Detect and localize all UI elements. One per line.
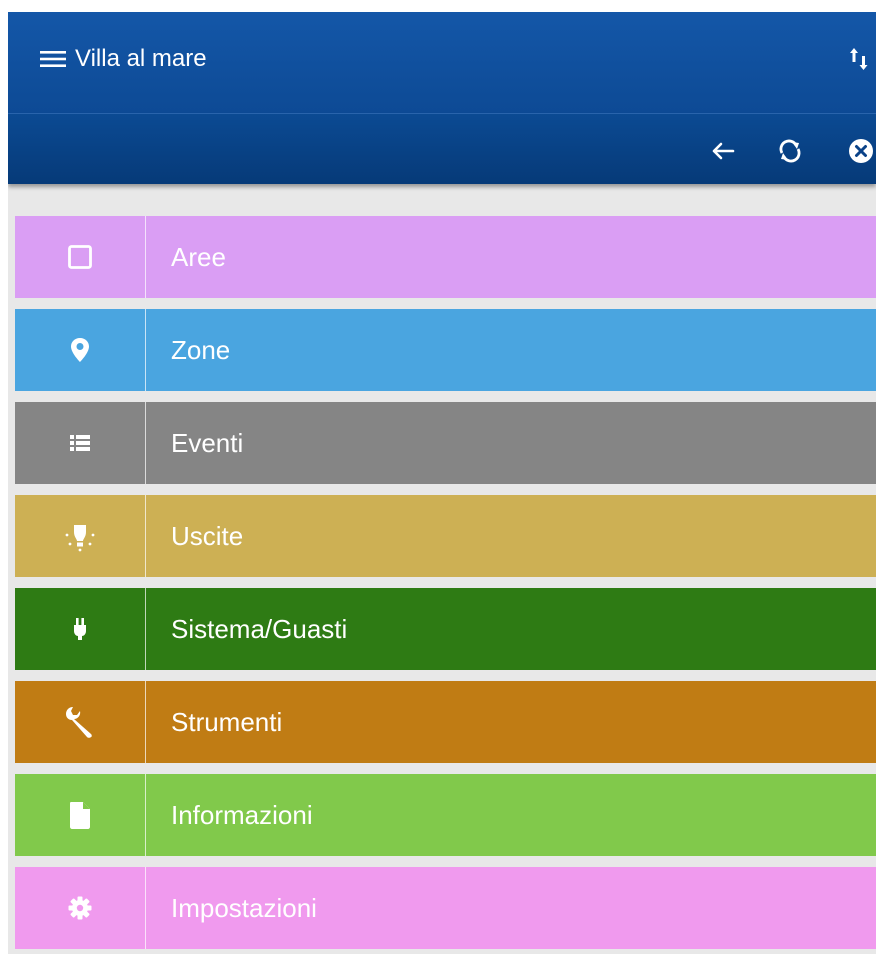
menu-item-informazioni[interactable]: Informazioni — [15, 774, 876, 856]
menu-item-uscite[interactable]: Uscite — [15, 495, 876, 577]
hamburger-menu-icon[interactable] — [38, 48, 68, 70]
menu-item-label: Aree — [171, 242, 226, 272]
app-window: Villa al mare Aree Zone Eventi Uscite Si… — [8, 12, 876, 954]
menu-item-zone[interactable]: Zone — [15, 309, 876, 391]
menu-item-label: Sistema/Guasti — [171, 614, 348, 644]
menu-item-aree[interactable]: Aree — [15, 216, 876, 298]
page-title: Villa al mare — [75, 45, 207, 72]
menu-button[interactable]: Villa al mare — [38, 44, 207, 74]
arrow-left-icon[interactable] — [708, 136, 738, 166]
map-marker-icon — [66, 336, 94, 364]
menu-item-strumenti[interactable]: Strumenti — [15, 681, 876, 763]
refresh-icon[interactable] — [775, 136, 805, 166]
menu-item-label: Strumenti — [171, 707, 283, 737]
menu-item-sistema-guasti[interactable]: Sistema/Guasti — [15, 588, 876, 670]
action-toolbar — [8, 114, 876, 184]
sort-button[interactable] — [846, 42, 876, 76]
menu-item-label: Uscite — [171, 521, 244, 551]
lightbulb-icon — [63, 519, 97, 553]
sort-arrows-icon[interactable] — [846, 48, 876, 80]
back-button[interactable] — [708, 136, 738, 166]
menu-item-label: Informazioni — [171, 800, 313, 830]
top-bar: Villa al mare — [8, 12, 876, 114]
gear-icon — [66, 894, 94, 922]
menu-item-impostazioni[interactable]: Impostazioni — [15, 867, 876, 949]
menu-item-label: Eventi — [171, 428, 244, 458]
wrench-icon — [63, 705, 97, 739]
refresh-button[interactable] — [775, 136, 805, 166]
plug-icon — [66, 615, 94, 643]
menu-item-label: Zone — [171, 335, 231, 365]
close-circle-icon[interactable] — [846, 136, 876, 166]
close-button[interactable] — [846, 136, 876, 166]
square-outline-icon — [66, 243, 94, 271]
document-icon — [66, 800, 94, 830]
menu-item-label: Impostazioni — [171, 893, 317, 923]
main-menu-list: Aree Zone Eventi Uscite Sistema/Guasti S… — [15, 216, 876, 954]
list-icon — [66, 429, 94, 457]
menu-item-eventi[interactable]: Eventi — [15, 402, 876, 484]
